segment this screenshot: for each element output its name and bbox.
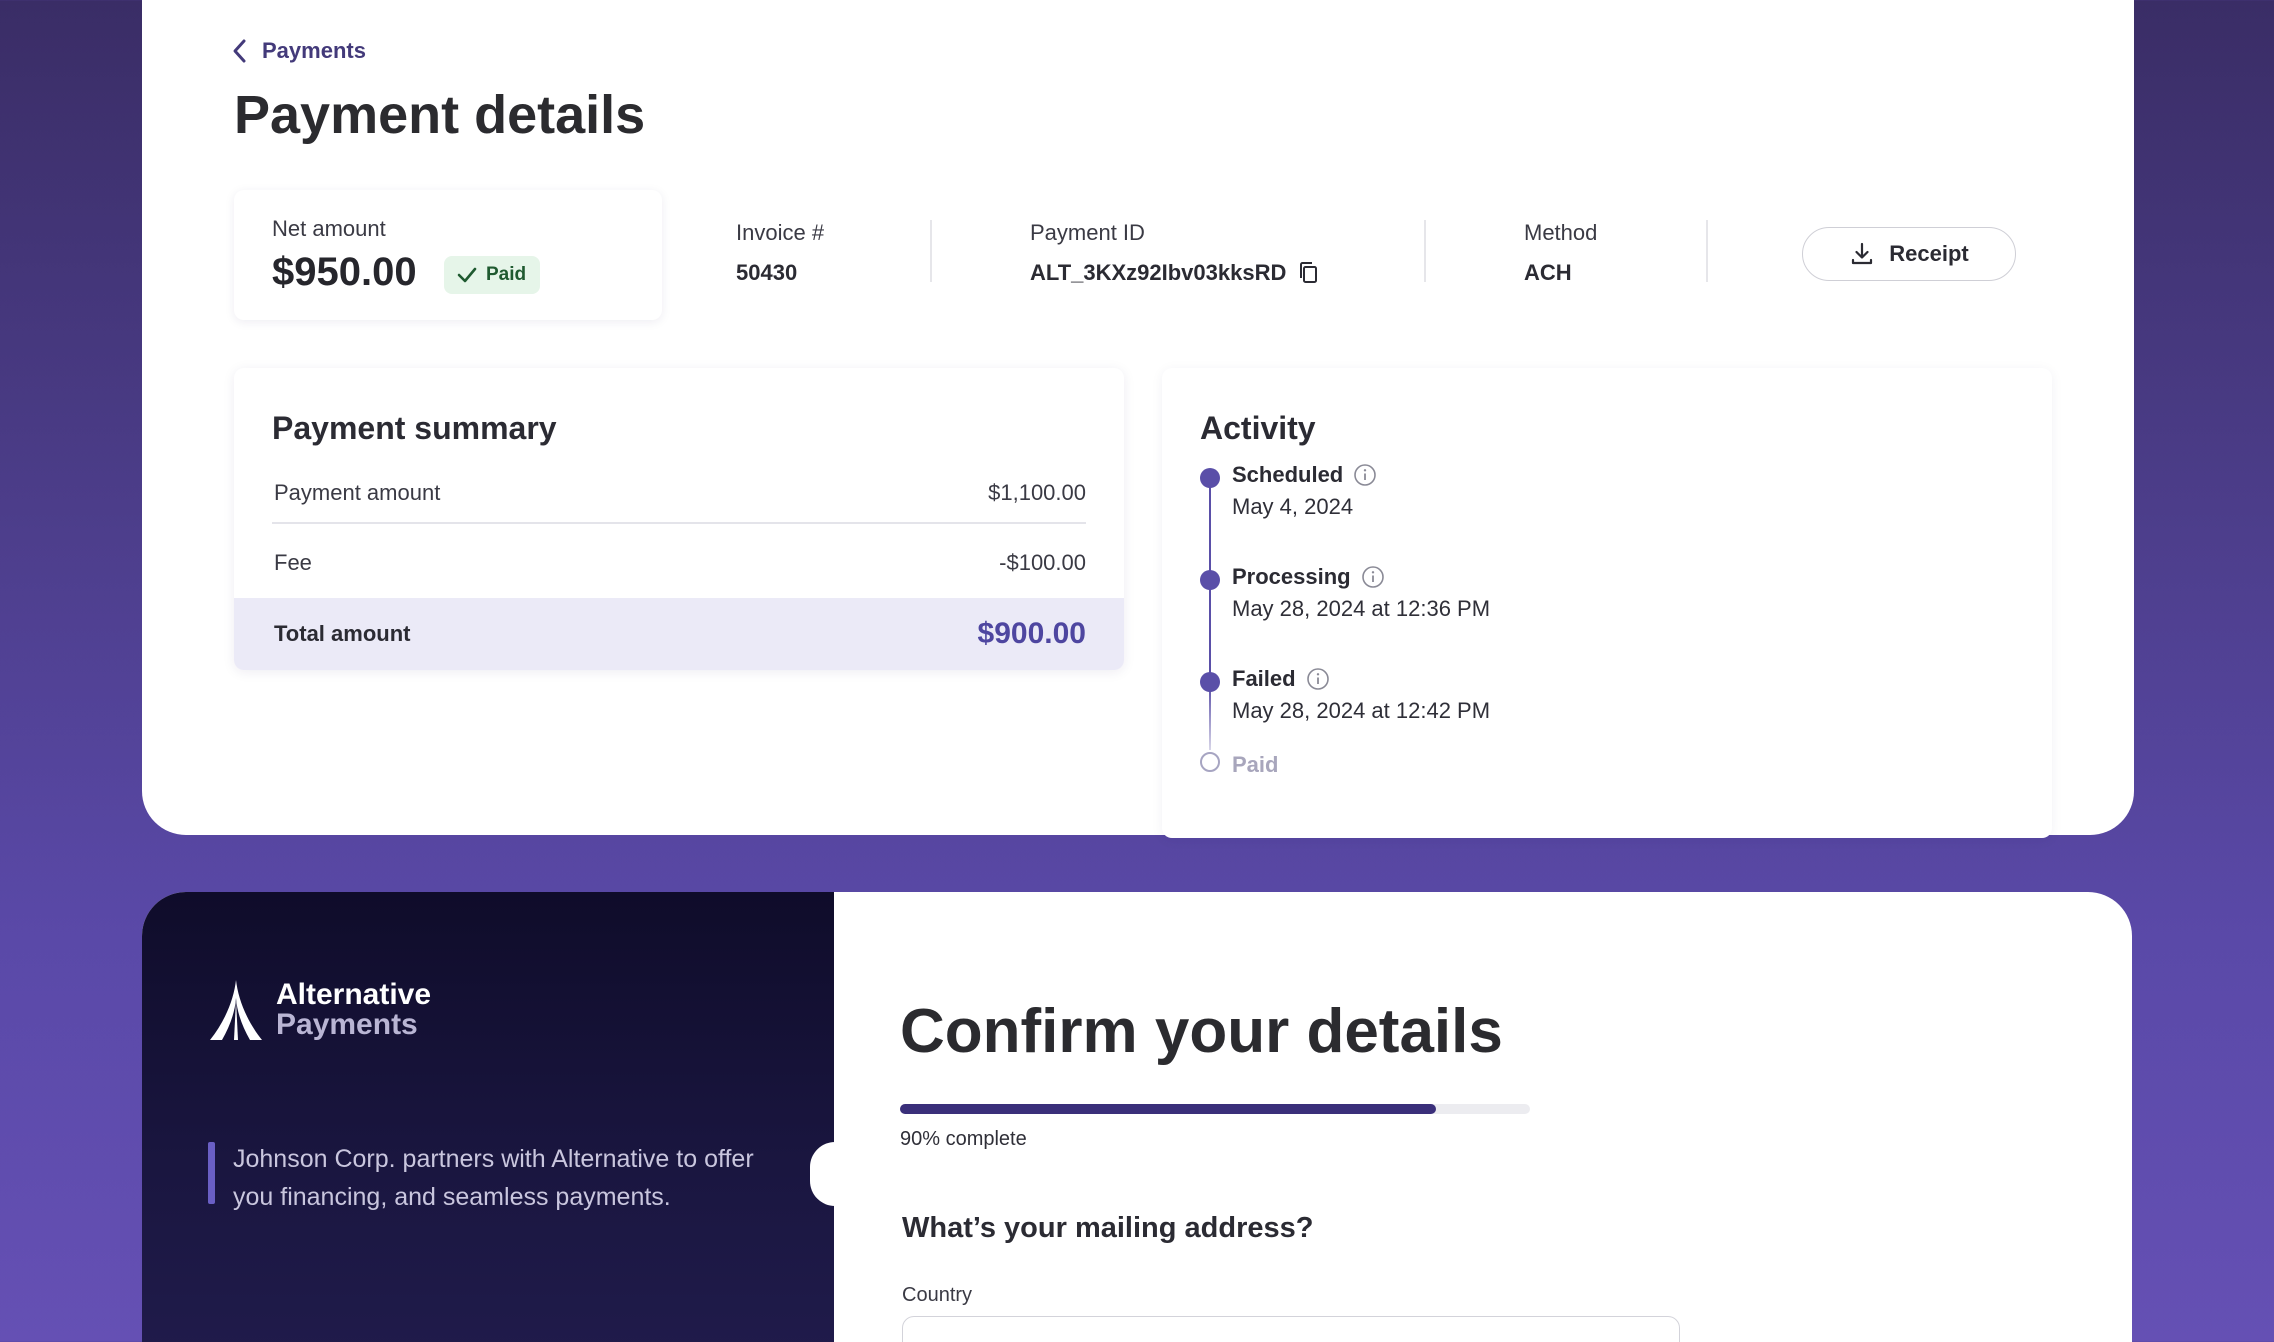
progress-bar-fill (900, 1104, 1436, 1114)
divider (930, 220, 932, 282)
payment-id-value: ALT_3KXz92Ibv03kksRD (1030, 260, 1322, 286)
summary-row-label: Fee (274, 550, 312, 575)
timeline-connector (1209, 582, 1211, 676)
divider (272, 522, 1086, 524)
timeline-status-label: Failed (1232, 666, 1296, 691)
invoice-number: 50430 (736, 260, 798, 285)
timeline-dot (1200, 672, 1220, 692)
timeline-status: Processing (1232, 564, 1385, 590)
country-select[interactable] (902, 1316, 1680, 1342)
country-field-label: Country (902, 1284, 973, 1306)
brand-line-1: Alternative (276, 978, 432, 1011)
info-icon[interactable] (1353, 463, 1377, 487)
invoice-label: Invoice # (736, 220, 825, 245)
net-amount-card: Net amount $950.00 Paid (234, 190, 662, 320)
onboarding-card: Alternative Payments Johnson Corp. partn… (142, 892, 2132, 1342)
quote-accent-bar (208, 1142, 215, 1204)
invoice-info: Invoice # 50430 (736, 220, 824, 286)
method-text: ACH (1524, 260, 1572, 285)
confirm-details-title: Confirm your details (900, 997, 1503, 1066)
alternative-payments-logo: Alternative Payments (208, 978, 431, 1042)
panel-notch (810, 1142, 860, 1206)
timeline-connector (1209, 480, 1211, 574)
status-badge: Paid (444, 256, 541, 294)
timeline-connector (1209, 684, 1211, 750)
summary-row-fee: Fee -$100.00 (274, 550, 1086, 576)
summary-row-label: Payment amount (274, 480, 441, 505)
net-amount-value: $950.00 (272, 250, 417, 294)
timeline-status-label: Processing (1232, 564, 1351, 589)
method-label: Method (1524, 220, 1598, 245)
payment-id-text: ALT_3KXz92Ibv03kksRD (1030, 260, 1287, 285)
timeline-status: Paid (1232, 752, 1278, 778)
download-icon (1852, 242, 1873, 265)
progress-bar (900, 1104, 1530, 1114)
brand-wordmark: Alternative Payments (276, 980, 431, 1040)
brand-line-2: Payments (276, 1008, 418, 1041)
timeline-date: May 28, 2024 at 12:42 PM (1232, 698, 1491, 723)
timeline-status-label: Paid (1232, 752, 1279, 777)
copy-icon[interactable] (1296, 260, 1322, 286)
partner-message: Johnson Corp. partners with Alternative … (208, 1140, 793, 1216)
info-icon[interactable] (1306, 667, 1330, 691)
check-icon (457, 267, 477, 283)
timeline-dot-pending (1200, 752, 1220, 772)
divider (1424, 220, 1426, 282)
status-badge-label: Paid (486, 264, 527, 285)
chevron-left-icon (233, 39, 246, 63)
summary-total-row: Total amount $900.00 (234, 598, 1124, 670)
payment-summary-card: Payment summary Payment amount $1,100.00… (234, 368, 1124, 670)
alternative-logo-icon (210, 980, 262, 1040)
timeline-date: May 4, 2024 (1232, 494, 1354, 519)
invoice-value: 50430 (736, 260, 824, 286)
progress-label: 90% complete (900, 1128, 1027, 1150)
timeline-date: May 28, 2024 at 12:36 PM (1232, 596, 1491, 621)
timeline-status: Failed (1232, 666, 1330, 692)
download-receipt-button[interactable]: Receipt (1802, 227, 2016, 281)
back-link-label: Payments (262, 38, 366, 63)
payment-id-info: Payment ID ALT_3KXz92Ibv03kksRD (1030, 220, 1322, 286)
payment-summary-title: Payment summary (272, 410, 557, 446)
payment-id-label: Payment ID (1030, 220, 1145, 245)
page-title: Payment details (234, 85, 646, 145)
net-amount-label: Net amount (272, 216, 386, 241)
info-icon[interactable] (1361, 565, 1385, 589)
summary-row-payment-amount: Payment amount $1,100.00 (274, 480, 1086, 506)
back-to-payments-link[interactable]: Payments (232, 38, 366, 64)
summary-row-value: -$100.00 (999, 550, 1086, 575)
total-amount-label: Total amount (274, 621, 411, 646)
divider (1706, 220, 1708, 282)
activity-title: Activity (1200, 410, 1316, 446)
timeline-dot (1200, 570, 1220, 590)
partner-text: Johnson Corp. partners with Alternative … (233, 1145, 754, 1211)
summary-row-value: $1,100.00 (988, 480, 1086, 505)
timeline-status: Scheduled (1232, 462, 1377, 488)
receipt-button-label: Receipt (1889, 241, 1969, 266)
method-info: Method ACH (1524, 220, 1597, 286)
method-value: ACH (1524, 260, 1597, 286)
total-amount-value: $900.00 (977, 617, 1086, 650)
brand-panel: Alternative Payments Johnson Corp. partn… (142, 892, 834, 1342)
timeline-dot (1200, 468, 1220, 488)
timeline-status-label: Scheduled (1232, 462, 1344, 487)
activity-card: Activity Scheduled May 4, 2024 Processin… (1162, 368, 2052, 838)
mailing-address-question: What’s your mailing address? (902, 1212, 1314, 1244)
